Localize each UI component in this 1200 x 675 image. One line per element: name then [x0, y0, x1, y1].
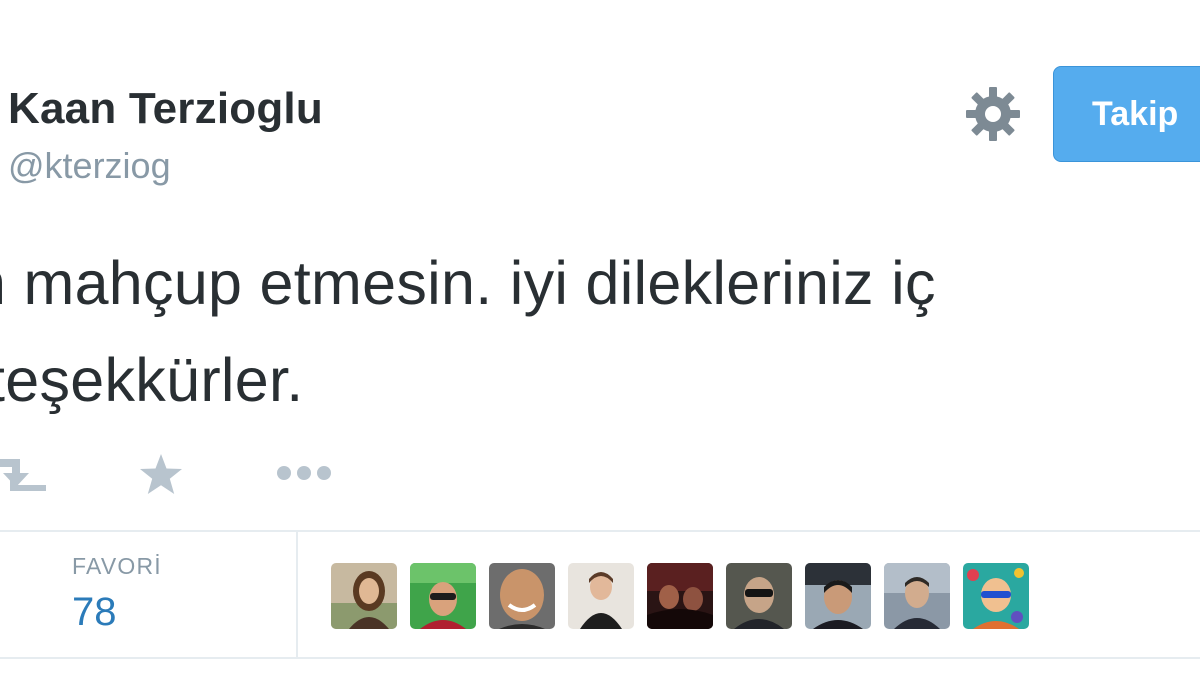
author-display-name[interactable]: Kaan Terzioglu — [8, 84, 323, 134]
stats-divider-vertical — [296, 532, 298, 657]
avatar[interactable] — [884, 563, 950, 629]
more-dots-icon[interactable] — [275, 462, 333, 484]
stats-divider-top — [0, 530, 1200, 532]
favorites-count[interactable]: 78 — [72, 590, 117, 635]
gear-icon[interactable] — [964, 85, 1022, 143]
tweet-text-line: n mahçup etmesin. iyi dilekleriniz iç — [0, 249, 936, 317]
avatar[interactable] — [647, 563, 713, 629]
avatar[interactable] — [410, 563, 476, 629]
avatar[interactable] — [331, 563, 397, 629]
avatar[interactable] — [726, 563, 792, 629]
follow-button-label: Takip — [1092, 95, 1179, 133]
tweet-card: Kaan Terzioglu @kterziog Takip n mahçup … — [0, 0, 1200, 675]
follow-button[interactable]: Takip — [1053, 66, 1200, 162]
avatar[interactable] — [805, 563, 871, 629]
retweet-icon[interactable] — [0, 455, 50, 495]
favoriters-avatar-row — [331, 563, 1029, 629]
stats-divider-bottom — [0, 657, 1200, 659]
avatar[interactable] — [489, 563, 555, 629]
favorites-label: FAVORİ — [72, 553, 162, 579]
avatar[interactable] — [568, 563, 634, 629]
tweet-text-line: teşekkürler. — [0, 346, 304, 414]
favorite-star-icon[interactable] — [138, 452, 184, 498]
avatar[interactable] — [963, 563, 1029, 629]
author-handle[interactable]: @kterziog — [8, 145, 171, 187]
